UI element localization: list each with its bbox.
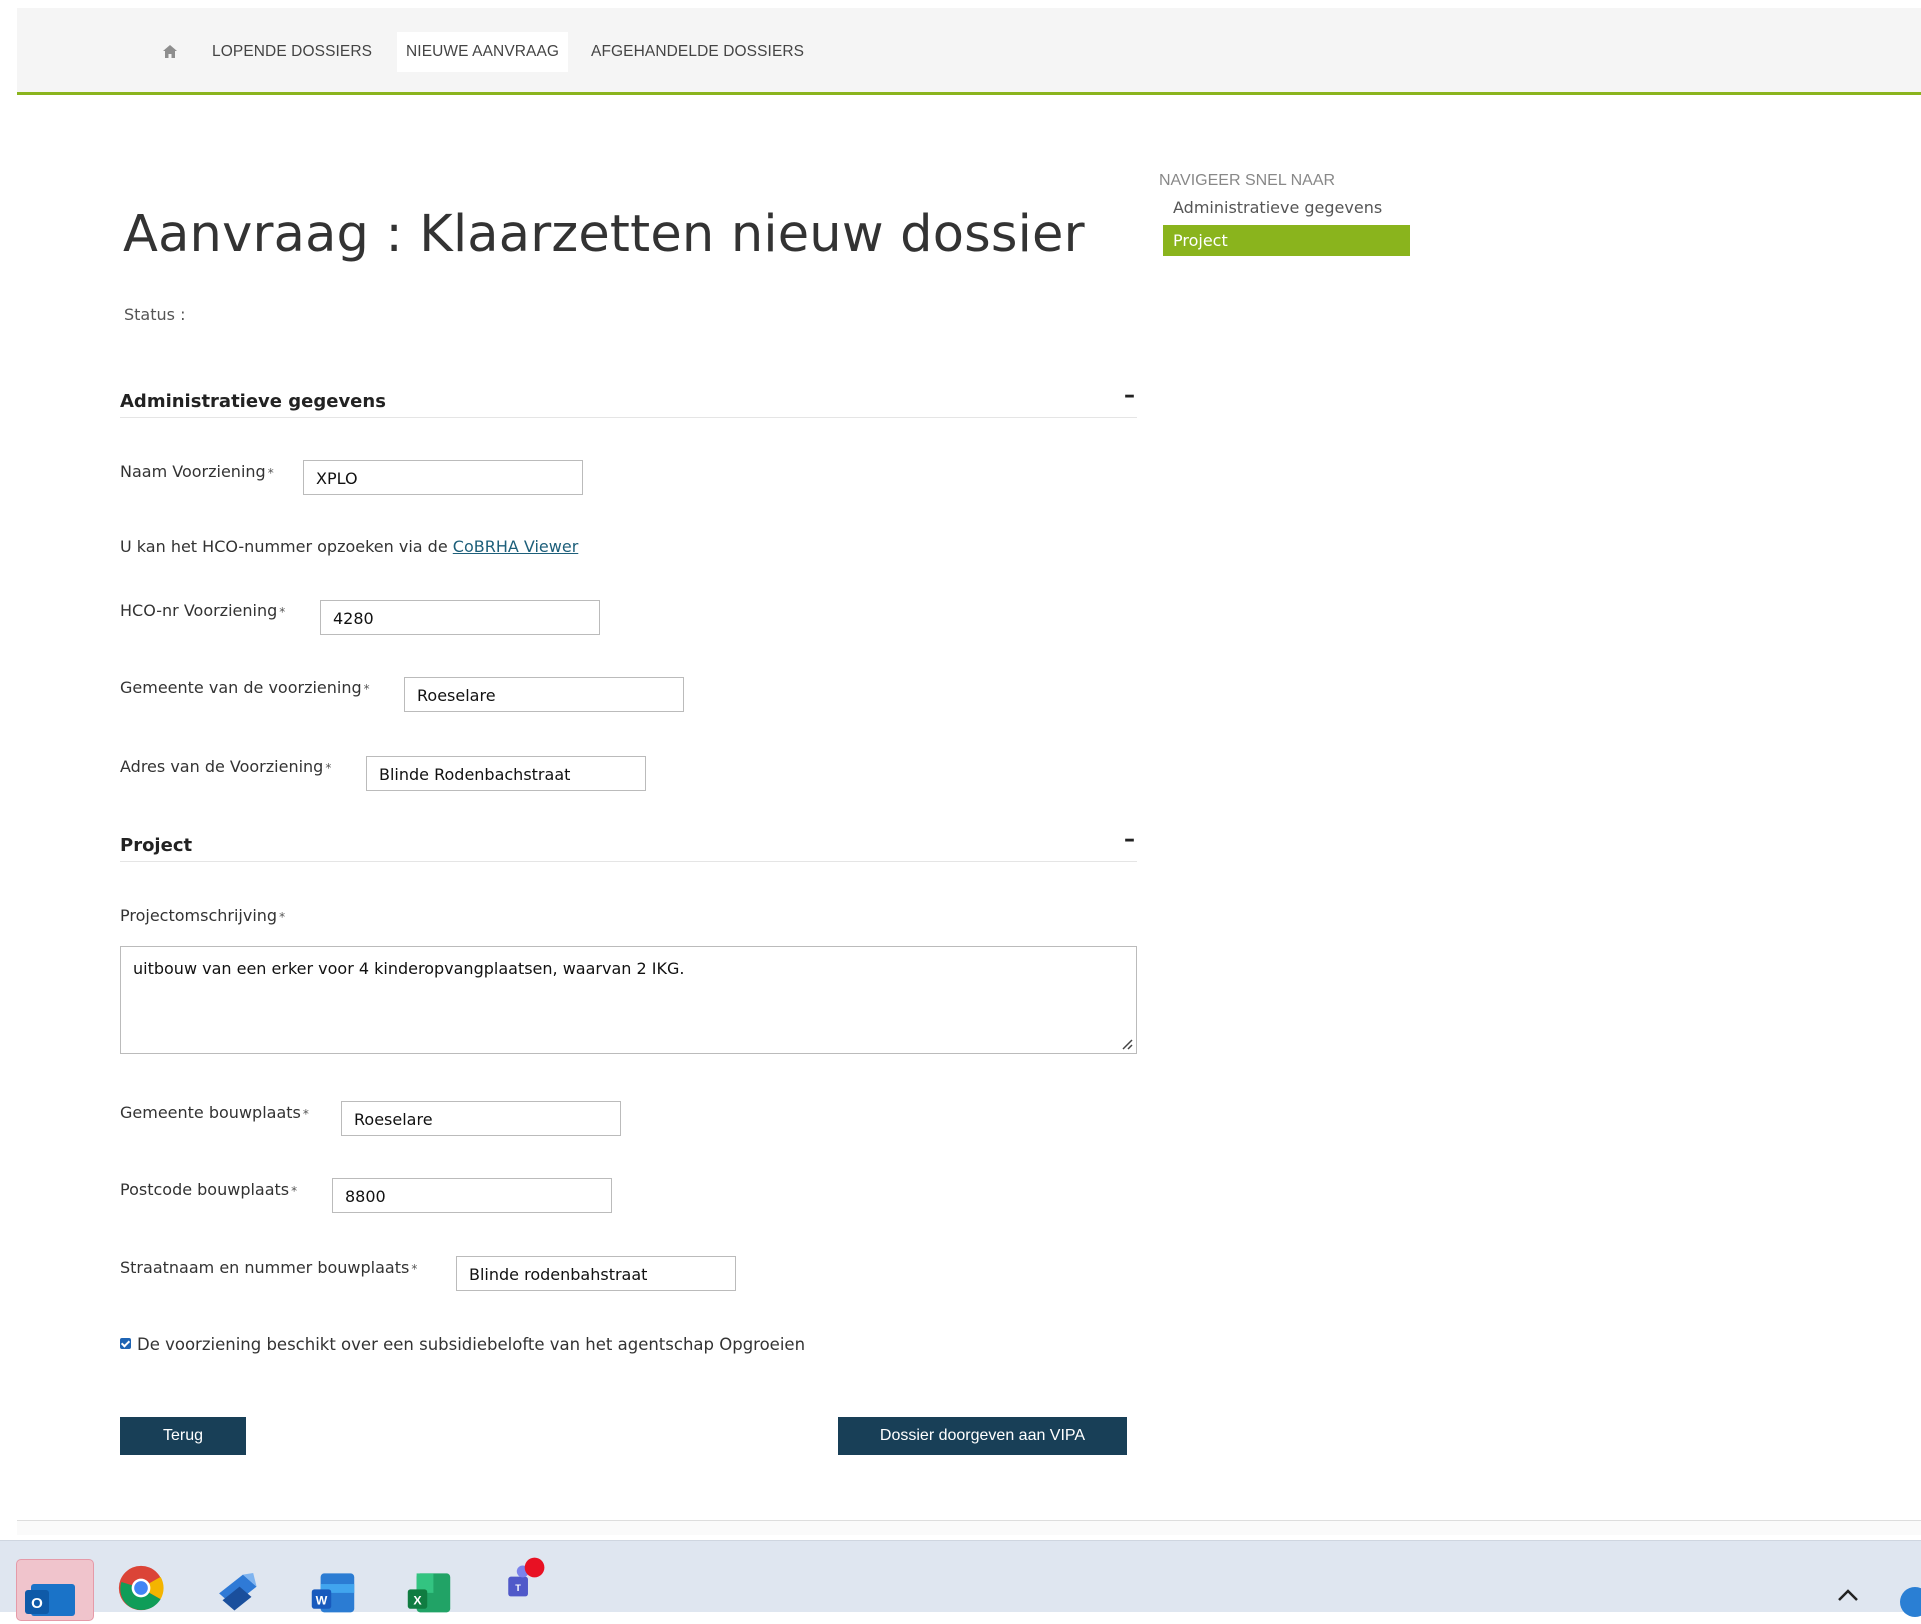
hco-nr-label: HCO-nr Voorziening * bbox=[120, 601, 286, 620]
gemeente-voorziening-label: Gemeente van de voorziening * bbox=[120, 678, 370, 697]
straat-bouwplaats-label: Straatnaam en nummer bouwplaats * bbox=[120, 1258, 418, 1277]
hco-help-text: U kan het HCO-nummer opzoeken via de CoB… bbox=[120, 537, 579, 556]
excel-icon[interactable]: X bbox=[406, 1569, 452, 1615]
chevron-up-icon[interactable] bbox=[1836, 1581, 1860, 1609]
subsidie-checkbox-row: De voorziening beschikt over een subsidi… bbox=[120, 1335, 805, 1354]
nav-nieuwe-aanvraag[interactable]: NIEUWE AANVRAAG bbox=[397, 32, 569, 72]
taskbar: O W X T bbox=[0, 1540, 1921, 1621]
naam-voorziening-input[interactable] bbox=[303, 460, 583, 495]
horizontal-scrollbar[interactable] bbox=[17, 1520, 1921, 1535]
resize-handle-icon[interactable] bbox=[1119, 1036, 1133, 1050]
quick-navigation: NAVIGEER SNEL NAAR Administratieve gegev… bbox=[1159, 172, 1410, 256]
straat-bouwplaats-input[interactable] bbox=[456, 1256, 736, 1291]
top-gap bbox=[0, 0, 1921, 8]
section-project-title: Project bbox=[120, 835, 193, 856]
outlook-icon[interactable]: O bbox=[16, 1559, 94, 1621]
subsidie-checkbox[interactable] bbox=[120, 1338, 131, 1349]
section-admin-title: Administratieve gegevens bbox=[120, 391, 386, 412]
gemeente-bouwplaats-label: Gemeente bouwplaats * bbox=[120, 1103, 309, 1122]
svg-text:X: X bbox=[413, 1593, 422, 1607]
word-icon[interactable]: W bbox=[310, 1569, 356, 1615]
gemeente-bouwplaats-input[interactable] bbox=[341, 1101, 621, 1136]
top-navigation: LOPENDE DOSSIERS NIEUWE AANVRAAG AFGEHAN… bbox=[17, 8, 1921, 95]
quicknav-title: NAVIGEER SNEL NAAR bbox=[1159, 172, 1336, 189]
quicknav-item-project[interactable]: Project bbox=[1163, 225, 1410, 256]
back-button[interactable]: Terug bbox=[120, 1417, 246, 1455]
svg-text:T: T bbox=[515, 1583, 521, 1593]
chrome-icon[interactable] bbox=[118, 1565, 164, 1611]
hco-nr-input[interactable] bbox=[320, 600, 600, 635]
adres-voorziening-label: Adres van de Voorziening * bbox=[120, 757, 332, 776]
gemeente-voorziening-input[interactable] bbox=[404, 677, 684, 712]
collapse-admin-toggle[interactable]: – bbox=[1124, 383, 1135, 408]
projectomschrijving-label: Projectomschrijving * bbox=[120, 906, 286, 925]
postcode-bouwplaats-label: Postcode bouwplaats * bbox=[120, 1180, 298, 1199]
collapse-project-toggle[interactable]: – bbox=[1124, 827, 1135, 852]
adres-voorziening-input[interactable] bbox=[366, 756, 646, 791]
page-title: Aanvraag : Klaarzetten nieuw dossier bbox=[123, 205, 1085, 264]
svg-text:W: W bbox=[316, 1593, 328, 1607]
status-label: Status : bbox=[124, 305, 186, 324]
submit-to-vipa-button[interactable]: Dossier doorgeven aan VIPA bbox=[838, 1417, 1127, 1455]
quicknav-item-admin[interactable]: Administratieve gegevens bbox=[1173, 198, 1382, 217]
teams-icon[interactable]: T bbox=[503, 1555, 549, 1601]
section-project-header: Project – bbox=[120, 827, 1137, 862]
naam-voorziening-label: Naam Voorziening * bbox=[120, 462, 274, 481]
subsidie-label: De voorziening beschikt over een subsidi… bbox=[137, 1335, 806, 1354]
nav-afgehandelde-dossiers[interactable]: AFGEHANDELDE DOSSIERS bbox=[591, 42, 804, 70]
nav-lopende-dossiers[interactable]: LOPENDE DOSSIERS bbox=[212, 42, 372, 70]
section-admin-header: Administratieve gegevens – bbox=[120, 383, 1137, 418]
sticky-app-icon[interactable] bbox=[214, 1567, 260, 1613]
projectomschrijving-textarea[interactable]: uitbouw van een erker voor 4 kinderopvan… bbox=[120, 946, 1137, 1054]
svg-text:O: O bbox=[31, 1595, 43, 1612]
cobrha-viewer-link[interactable]: CoBRHA Viewer bbox=[453, 537, 579, 556]
postcode-bouwplaats-input[interactable] bbox=[332, 1178, 612, 1213]
edge-icon[interactable] bbox=[1900, 1587, 1921, 1617]
home-icon[interactable] bbox=[161, 44, 179, 60]
